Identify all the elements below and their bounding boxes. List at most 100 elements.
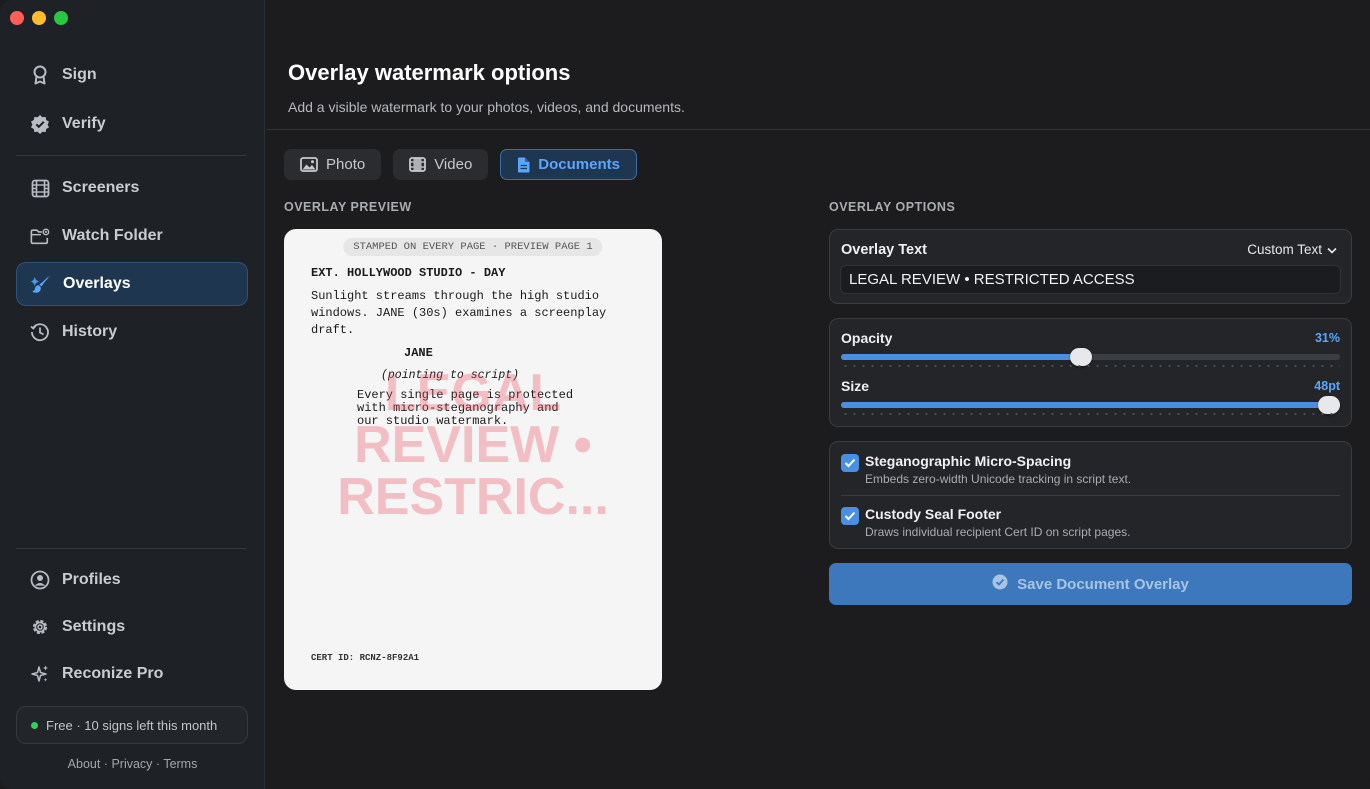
micro-spacing-description: Embeds zero-width Unicode tracking in sc…: [865, 472, 1132, 486]
sidebar-item-verify[interactable]: Verify: [16, 102, 248, 146]
custody-seal-checkbox[interactable]: [841, 507, 859, 525]
sidebar-item-settings[interactable]: Settings: [16, 605, 248, 649]
close-window-button[interactable]: [10, 11, 24, 25]
sidebar-item-profiles[interactable]: Profiles: [16, 558, 248, 602]
minimize-window-button[interactable]: [32, 11, 46, 25]
link-separator: ·: [152, 757, 164, 771]
history-icon: [30, 322, 50, 342]
tab-photo[interactable]: Photo: [284, 149, 382, 180]
dropdown-value: Custom Text: [1247, 242, 1322, 257]
person-circle-icon: [30, 570, 50, 590]
cert-id-footer: CERT ID: RCNZ-8F92A1: [311, 653, 420, 663]
overlay-text-card: Overlay Text Custom Text LEGAL REVIEW • …: [829, 229, 1352, 304]
scene-heading: EXT. HOLLYWOOD STUDIO - DAY: [311, 266, 506, 280]
custody-seal-title: Custody Seal Footer: [865, 506, 1002, 522]
checkmark-icon: [844, 458, 856, 468]
security-options-card: Steganographic Micro-Spacing Embeds zero…: [829, 441, 1352, 549]
sidebar-item-reconize-pro[interactable]: Reconize Pro: [16, 652, 248, 696]
size-slider-ticks: [841, 413, 1340, 415]
checkmark-icon: [844, 511, 856, 521]
media-type-tabs: Photo Video Documents: [284, 149, 637, 180]
ribbon-icon: [30, 65, 50, 85]
film-icon: [409, 157, 427, 172]
sidebar-item-label: Profiles: [62, 571, 121, 588]
sidebar-item-label: Watch Folder: [62, 227, 163, 244]
zoom-window-button[interactable]: [54, 11, 68, 25]
footer-links: About · Privacy · Terms: [0, 757, 265, 771]
chevron-down-icon: [1327, 242, 1337, 257]
micro-spacing-title: Steganographic Micro-Spacing: [865, 453, 1072, 469]
page-title: Overlay watermark options: [288, 60, 571, 85]
sidebar-item-label: Reconize Pro: [62, 665, 164, 682]
custody-seal-description: Draws individual recipient Cert ID on sc…: [865, 525, 1131, 539]
photo-icon: [300, 157, 318, 172]
size-slider-fill: [841, 402, 1340, 408]
sidebar-item-screeners[interactable]: Screeners: [16, 166, 248, 210]
sidebar-item-label: History: [62, 323, 118, 340]
tab-label: Documents: [538, 156, 620, 173]
plan-status-badge[interactable]: Free · 10 signs left this month: [16, 706, 248, 744]
overlay-preview-heading: OVERLAY PREVIEW: [284, 200, 412, 214]
action-line: windows. JANE (30s) examines a screenpla…: [311, 306, 607, 320]
paintbrush-icon: [31, 274, 51, 294]
page-stamp-badge: STAMPED ON EVERY PAGE · PREVIEW PAGE 1: [343, 238, 603, 256]
page-subtitle: Add a visible watermark to your photos, …: [288, 99, 685, 115]
sidebar-item-label: Overlays: [63, 275, 131, 292]
micro-spacing-option[interactable]: Steganographic Micro-Spacing Embeds zero…: [841, 452, 1340, 486]
watermark-overlay: LEGAL REVIEW • RESTRIC...: [284, 367, 662, 523]
checkmark-circle-icon: [992, 574, 1008, 594]
save-document-overlay-button[interactable]: Save Document Overlay: [829, 563, 1352, 605]
sidebar-item-watch-folder[interactable]: Watch Folder: [16, 214, 248, 258]
overlay-text-value: LEGAL REVIEW • RESTRICTED ACCESS: [849, 271, 1135, 288]
action-line: draft.: [311, 323, 355, 337]
verified-badge-icon: [30, 114, 50, 134]
size-slider-thumb[interactable]: [1318, 396, 1340, 414]
sidebar-item-label: Verify: [62, 115, 106, 132]
size-slider[interactable]: [841, 396, 1340, 414]
sidebar: Sign Verify Screeners Watch Folder Overl…: [0, 0, 265, 789]
tab-label: Photo: [326, 156, 366, 173]
size-label: Size: [841, 378, 870, 394]
sidebar-item-history[interactable]: History: [16, 310, 248, 354]
sidebar-divider: [16, 548, 247, 549]
film-strip-icon: [30, 178, 50, 198]
overlay-text-input[interactable]: LEGAL REVIEW • RESTRICTED ACCESS: [840, 265, 1341, 294]
save-button-label: Save Document Overlay: [1017, 575, 1189, 593]
size-value: 48pt: [1314, 379, 1340, 393]
opacity-slider-ticks: [841, 365, 1340, 367]
watermark-line: RESTRIC...: [337, 468, 609, 526]
sparkles-icon: [30, 664, 50, 684]
document-icon: [517, 157, 530, 173]
sidebar-item-sign[interactable]: Sign: [16, 53, 248, 97]
sidebar-item-label: Screeners: [62, 179, 140, 196]
opacity-slider[interactable]: [841, 348, 1340, 366]
custody-seal-option[interactable]: Custody Seal Footer Draws individual rec…: [841, 505, 1340, 539]
overlay-text-mode-dropdown[interactable]: Custom Text: [1247, 242, 1337, 257]
slider-card: Opacity 31% Size 48pt: [829, 318, 1352, 427]
tab-video[interactable]: Video: [393, 149, 489, 180]
overlay-options-heading: OVERLAY OPTIONS: [829, 200, 956, 214]
watermark-line: REVIEW •: [354, 416, 592, 474]
window-controls: [10, 11, 68, 25]
sidebar-item-overlays[interactable]: Overlays: [16, 262, 248, 306]
sidebar-divider: [16, 155, 247, 156]
folder-badge-icon: [30, 226, 50, 246]
opacity-slider-thumb[interactable]: [1069, 348, 1092, 366]
sidebar-item-label: Settings: [62, 618, 126, 635]
opacity-value: 31%: [1314, 331, 1340, 345]
tab-documents[interactable]: Documents: [500, 149, 637, 180]
character-name: JANE: [404, 346, 433, 360]
link-separator: ·: [100, 757, 112, 771]
page-header: Overlay watermark options Add a visible …: [266, 0, 1370, 130]
opacity-slider-fill: [841, 354, 1081, 360]
about-link[interactable]: About: [68, 757, 101, 771]
overlay-text-label: Overlay Text: [841, 242, 927, 258]
terms-link[interactable]: Terms: [163, 757, 197, 771]
opacity-label: Opacity: [841, 330, 893, 346]
privacy-link[interactable]: Privacy: [111, 757, 152, 771]
status-dot-icon: [31, 721, 38, 729]
action-text: Sunlight streams through the high studio…: [311, 288, 641, 339]
plan-status-text: Free · 10 signs left this month: [46, 717, 218, 733]
options-divider: [841, 495, 1340, 496]
micro-spacing-checkbox[interactable]: [841, 454, 859, 472]
